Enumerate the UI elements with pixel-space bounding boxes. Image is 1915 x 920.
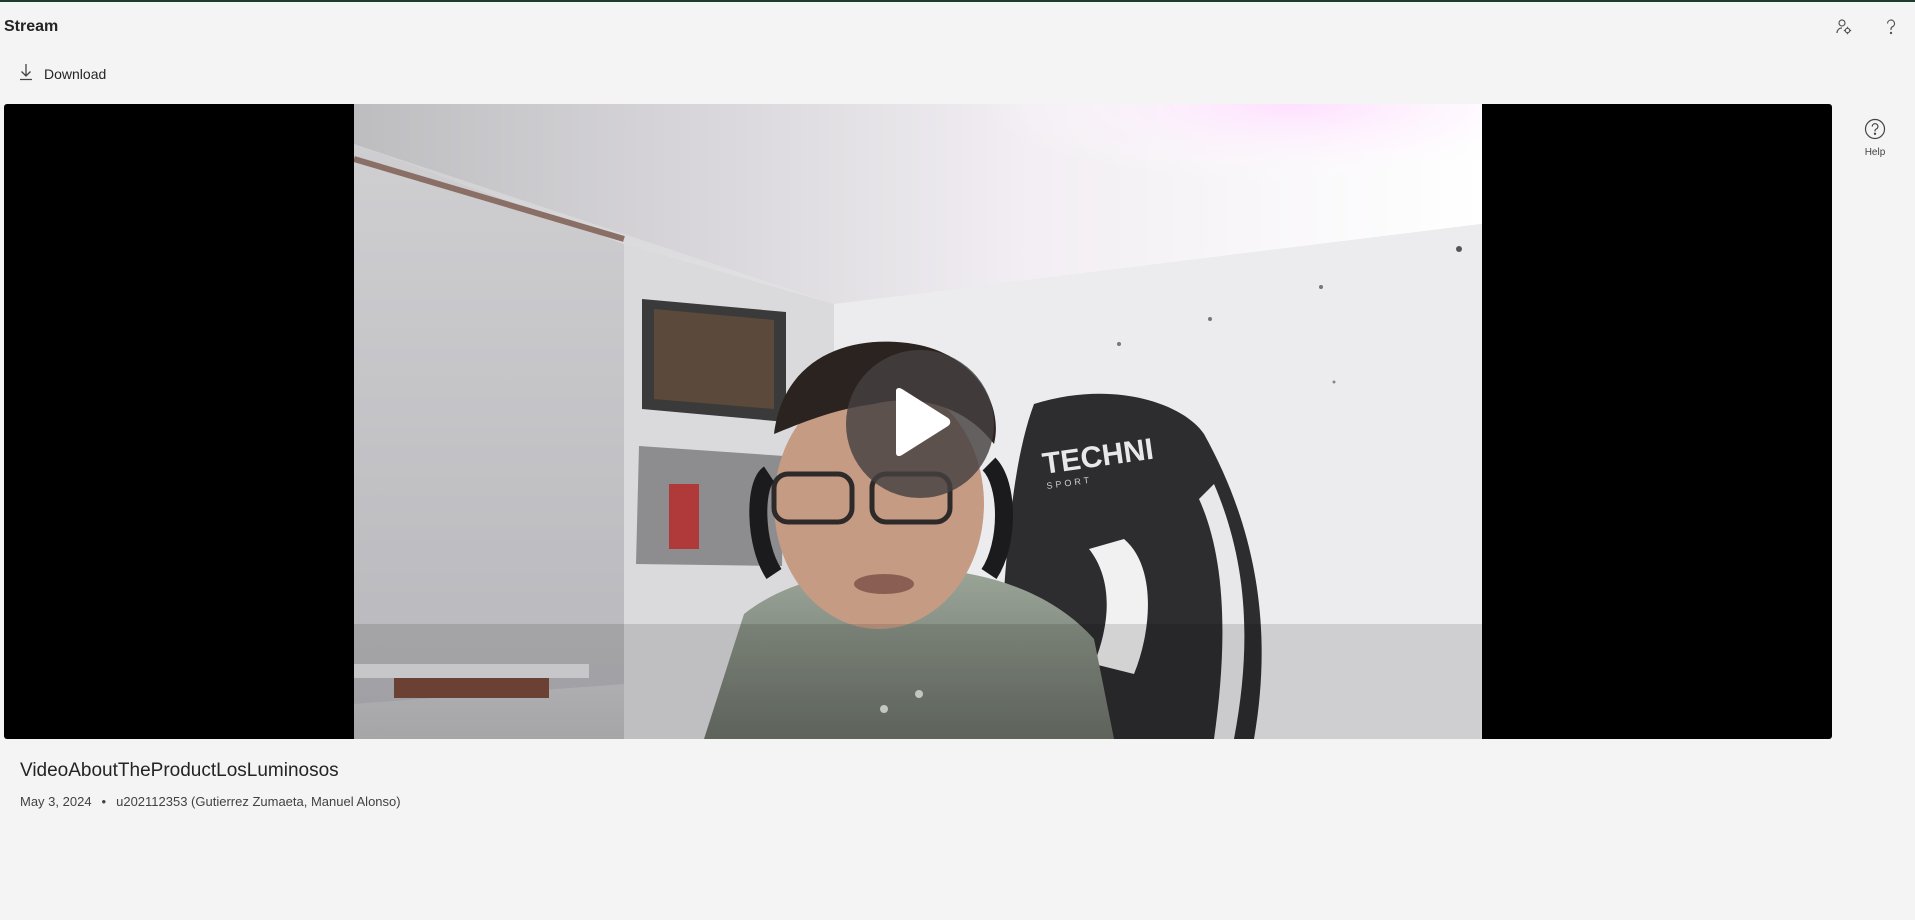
question-icon[interactable] bbox=[1880, 16, 1902, 38]
video-owner[interactable]: u202112353 (Gutierrez Zumaeta, Manuel Al… bbox=[116, 794, 400, 809]
help-label: Help bbox=[1864, 147, 1886, 158]
help-panel-button[interactable]: Help bbox=[1858, 118, 1892, 158]
play-icon bbox=[888, 387, 952, 462]
meta-separator: • bbox=[101, 794, 107, 809]
play-button[interactable] bbox=[846, 350, 994, 498]
people-settings-icon[interactable] bbox=[1833, 16, 1855, 38]
app-title: Stream bbox=[4, 18, 59, 35]
video-meta: May 3, 2024 • u202112353 (Gutierrez Zuma… bbox=[20, 794, 401, 809]
download-icon bbox=[18, 63, 34, 86]
help-circle-icon bbox=[1864, 118, 1886, 144]
download-label: Download bbox=[44, 66, 107, 82]
download-button[interactable]: Download bbox=[18, 62, 106, 86]
video-date: May 3, 2024 bbox=[20, 794, 92, 809]
video-title: VideoAboutTheProductLosLuminosos bbox=[20, 760, 339, 781]
app-header: Stream bbox=[0, 2, 1915, 50]
